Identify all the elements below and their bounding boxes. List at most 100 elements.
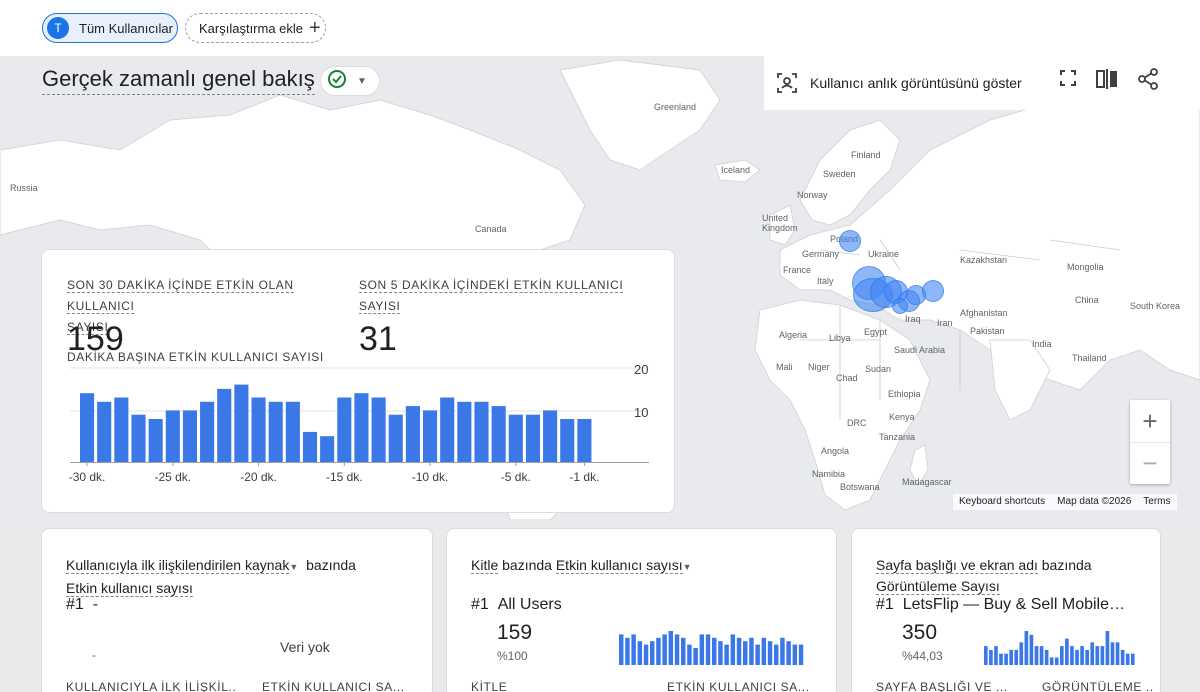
map-label: Angola [821,446,850,456]
map-label: Greenland [654,102,697,112]
all-users-chip[interactable]: T Tüm Kullanıcılar [42,13,178,43]
add-comparison-button[interactable]: Karşılaştırma ekle + [185,13,326,43]
top-rank-row: #1 LetsFlip — Buy & Sell Mobile… [876,596,1125,613]
x-tick-label: -10 dk. [412,470,449,484]
chart-bar [440,397,455,462]
chart-bar [234,384,249,462]
audience-card: Kitle bazında Etkin kullanıcı sayısı▼ #1… [446,528,837,692]
sparkline-bar [1039,646,1044,665]
sparkline-bar [1014,649,1019,665]
chart-bar [457,401,472,462]
terms-link[interactable]: Terms [1143,496,1170,508]
map-label: Ukraine [868,249,900,259]
top-value: 159 [497,621,533,644]
map-label: Saudi Arabia [894,345,946,355]
map-attribution: Keyboard shortcuts Map data ©2026 Terms [953,494,1177,510]
sparkline-bar [1054,657,1059,665]
sparkline-bar [674,634,680,665]
dimension-selector[interactable]: Sayfa başlığı ve ekran adı [876,557,1038,574]
sparkline-bar [999,653,1003,665]
zoom-out-button[interactable]: − [1130,442,1170,484]
column-header-metric[interactable]: GÖRÜNTÜLEME ... [1042,680,1152,692]
chart-bar [114,397,129,462]
chart-bar [543,410,558,462]
location-bubble[interactable] [892,298,908,314]
chevron-down-icon: ▼ [357,75,367,87]
sparkline-bar [1120,649,1125,665]
y-tick-label: 10 [634,405,648,420]
sparkline-bar [1125,653,1130,665]
sparkline-bar [1004,653,1008,665]
chart-bar [268,401,283,462]
map-label: Iran [937,318,953,328]
column-header-metric[interactable]: ETKİN KULLANICI SA... [667,680,817,692]
keyboard-shortcuts-link[interactable]: Keyboard shortcuts [959,496,1045,508]
map-label: United Kingdom [762,213,798,233]
chart-bar [251,397,266,462]
sparkline-bar [774,644,779,665]
sparkline-bar [761,637,767,665]
column-header-dimension[interactable]: SAYFA BAŞLIĞI VE ... [876,680,1006,692]
x-tick-label: -25 dk. [154,470,191,484]
card-title: Kitle bazında Etkin kullanıcı sayısı▼ [471,557,692,574]
sparkline-bar [718,641,723,665]
chart-bar [337,397,352,462]
sparkline-bar [1085,649,1089,665]
sparkline-bar [1075,649,1079,665]
map-label: Iceland [721,165,751,175]
sparkline-bar [1130,653,1135,665]
sparkline-bar [1100,646,1105,665]
map-label: Niger [808,362,830,372]
sparkline-bar [984,646,988,665]
map-label: Thailand [1072,353,1107,363]
sparkline-bar [736,637,742,665]
map-label: Sudan [865,364,892,374]
dropdown-arrow-icon[interactable]: ▼ [683,562,692,572]
sparkline-bar [643,644,649,665]
x-tick-label: -15 dk. [326,470,363,484]
y-tick-label: 20 [634,362,648,377]
sparkline-bar [1070,646,1074,665]
sparkline-bar [1029,634,1034,665]
metric-label[interactable]: Görüntüleme Sayısı [876,578,1000,595]
user-snapshot-button[interactable]: Kullanıcı anlık görüntüsünü göster [776,72,1022,94]
no-data-message: Veri yok [280,639,330,655]
filter-bar: T Tüm Kullanıcılar Karşılaştırma ekle + [0,0,1200,56]
metric-label[interactable]: Etkin kullanıcı sayısı [555,557,683,574]
map-label: Finland [851,150,881,160]
header-actions: Kullanıcı anlık görüntüsünü göster [764,56,1200,110]
chart-bar [200,401,215,462]
map-label: Kenya [889,412,915,422]
map-label: Libya [829,333,851,343]
metric-label[interactable]: Etkin kullanıcı sayısı [66,580,193,597]
compare-icon[interactable] [1095,68,1119,95]
column-header-metric[interactable]: ETKİN KULLANICI SA... [262,680,412,692]
sparkline-bar [705,634,711,665]
audience-sparkline-chart [619,631,804,665]
map-label: France [783,265,812,275]
map-label: Algeria [779,330,808,340]
fullscreen-icon[interactable] [1058,68,1078,93]
chart-bar [182,410,197,462]
dimension-selector[interactable]: Kitle [471,557,499,574]
plus-icon: + [309,17,321,39]
page-title-views-card: Sayfa başlığı ve ekran adı bazında Görün… [851,528,1161,692]
share-icon[interactable] [1137,68,1159,95]
location-bubble[interactable] [839,230,861,252]
map-label: Mali [776,362,793,372]
page-views-sparkline-chart [984,631,1135,665]
map-label: Germany [802,249,840,259]
sparkline-bar [780,637,785,665]
status-dropdown[interactable]: ▼ [320,66,380,96]
dropdown-arrow-icon[interactable]: ▼ [289,562,298,572]
dimension-selector[interactable]: Kullanıcıyla ilk ilişkilendirilen kaynak [66,557,290,574]
map-label: Kazakhstan [960,255,1008,265]
chart-bar [508,414,523,462]
sparkline-bar [1049,657,1054,665]
chart-bar [405,406,420,462]
zoom-in-button[interactable]: + [1130,400,1170,442]
location-bubble[interactable] [922,280,944,302]
column-header-dimension[interactable]: KİTLE [471,680,621,692]
column-header-dimension[interactable]: KULLANICIYLA İLK İLİŞKİL... [66,680,236,692]
sparkline-bar [625,637,630,665]
